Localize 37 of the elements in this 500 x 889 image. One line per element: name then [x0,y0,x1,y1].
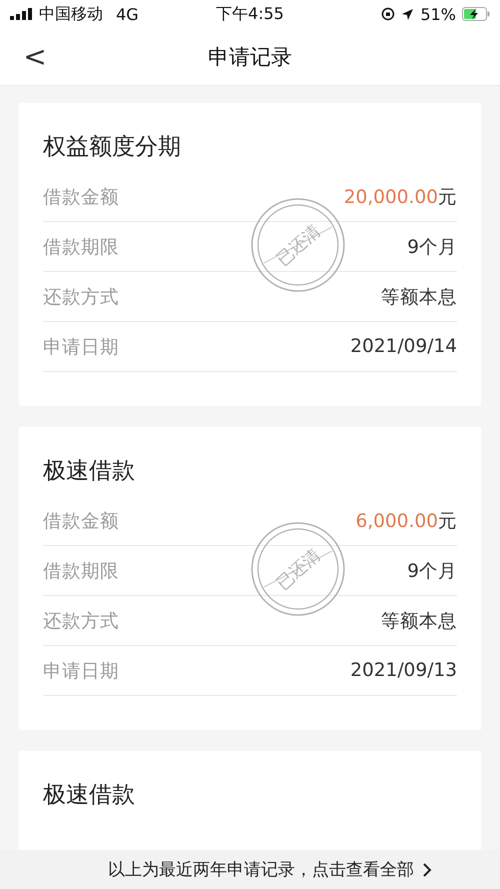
record-card[interactable]: 极速借款 借款金额 6,000.00元 借款期限 9个月 还款方式 等额本息 申请日期 2021/09/13 已还清 [19,427,481,730]
row-label: 还款方式 [43,286,119,309]
carrier-name: 中国移动 [39,4,103,24]
battery-percent: 51% [420,4,456,24]
network-type: 4G [116,4,139,24]
row-label: 借款金额 [43,186,119,209]
paid-stamp: 已还清 [250,197,346,293]
row-label: 申请日期 [43,660,119,683]
chevron-right-icon [422,862,432,878]
currency-unit: 元 [438,511,457,532]
row-value: 9个月 [407,236,457,259]
row-value: 等额本息 [381,286,457,309]
row-label: 借款期限 [43,560,119,583]
location-arrow-icon [401,8,414,20]
card-title: 权益额度分期 [43,133,182,162]
card-title: 极速借款 [43,781,136,810]
amount-value: 6,000.00 [356,511,438,532]
row-label: 借款金额 [43,510,119,533]
card-title: 极速借款 [43,457,136,486]
currency-unit: 元 [438,187,457,208]
record-card[interactable]: 权益额度分期 借款金额 20,000.00元 借款期限 9个月 还款方式 等额本息 申请日期 2021/09/14 已还清 [19,103,481,406]
row-label: 借款期限 [43,236,119,259]
battery-charging-icon [462,7,490,21]
signal-icon [10,8,34,20]
row-label: 申请日期 [43,336,119,359]
page-title: 申请记录 [208,44,292,70]
row-value: 9个月 [407,560,457,583]
clock-time: 下午4:55 [216,4,284,22]
back-button[interactable]: < [0,42,70,70]
row-label: 还款方式 [43,610,119,633]
record-card[interactable]: 极速借款 [19,751,481,850]
row-value: 2021/09/14 [350,336,457,357]
rotation-lock-icon [381,7,396,21]
amount-value: 20,000.00 [344,187,438,208]
paid-stamp: 已还清 [250,521,346,617]
row-value: 等额本息 [381,610,457,633]
row-value: 2021/09/13 [350,660,457,681]
